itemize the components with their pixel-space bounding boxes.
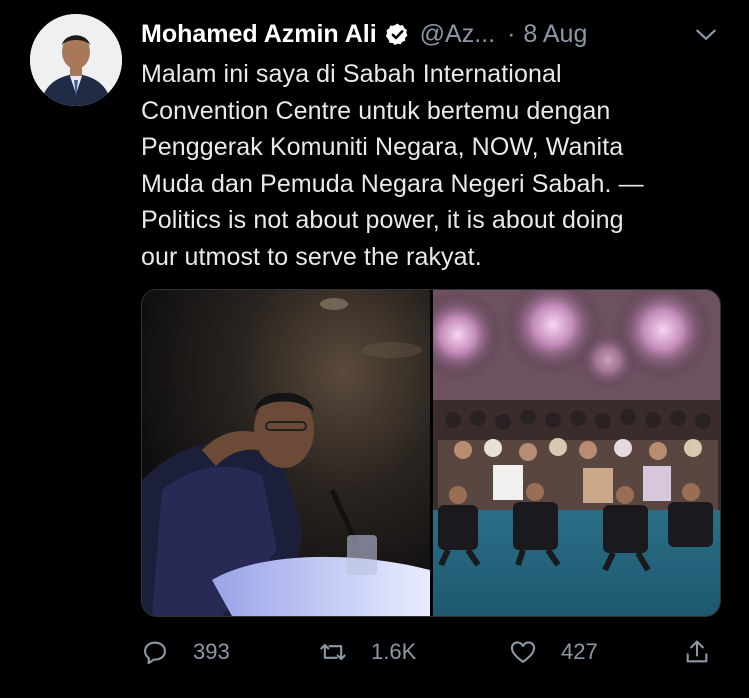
media-photo-speaker[interactable] [142, 290, 430, 616]
reply-count: 393 [193, 639, 230, 664]
tweet-date[interactable]: 8 Aug [523, 20, 587, 49]
meta-separator: · [507, 19, 516, 48]
chevron-down-icon[interactable] [693, 22, 719, 48]
retweet-count: 1.6K [371, 639, 417, 664]
speaker-photo [142, 290, 430, 616]
like-button[interactable]: 427 [509, 632, 598, 672]
media-photo-audience[interactable] [433, 290, 720, 616]
tweet-media [141, 289, 721, 617]
audience-photo [433, 290, 720, 616]
verified-badge-icon [385, 23, 408, 45]
reply-button[interactable]: 393 [141, 632, 230, 672]
share-icon [686, 640, 708, 663]
reply-icon [144, 641, 166, 665]
retweet-icon [320, 643, 346, 661]
avatar-image [30, 14, 122, 106]
tweet-text: Malam ini saya di Sabah International Co… [141, 60, 644, 271]
tweet-header: Mohamed Azmin Ali @Az... · 8 Aug [141, 16, 729, 52]
like-count: 427 [561, 639, 598, 664]
author-name[interactable]: Mohamed Azmin Ali [141, 20, 377, 49]
author-avatar[interactable] [30, 14, 122, 106]
author-handle[interactable]: @Az... [420, 20, 495, 49]
share-button[interactable] [683, 632, 711, 672]
retweet-button[interactable]: 1.6K [319, 632, 416, 672]
tweet-actions: 393 1.6K 427 [141, 632, 731, 672]
heart-icon [510, 641, 536, 663]
